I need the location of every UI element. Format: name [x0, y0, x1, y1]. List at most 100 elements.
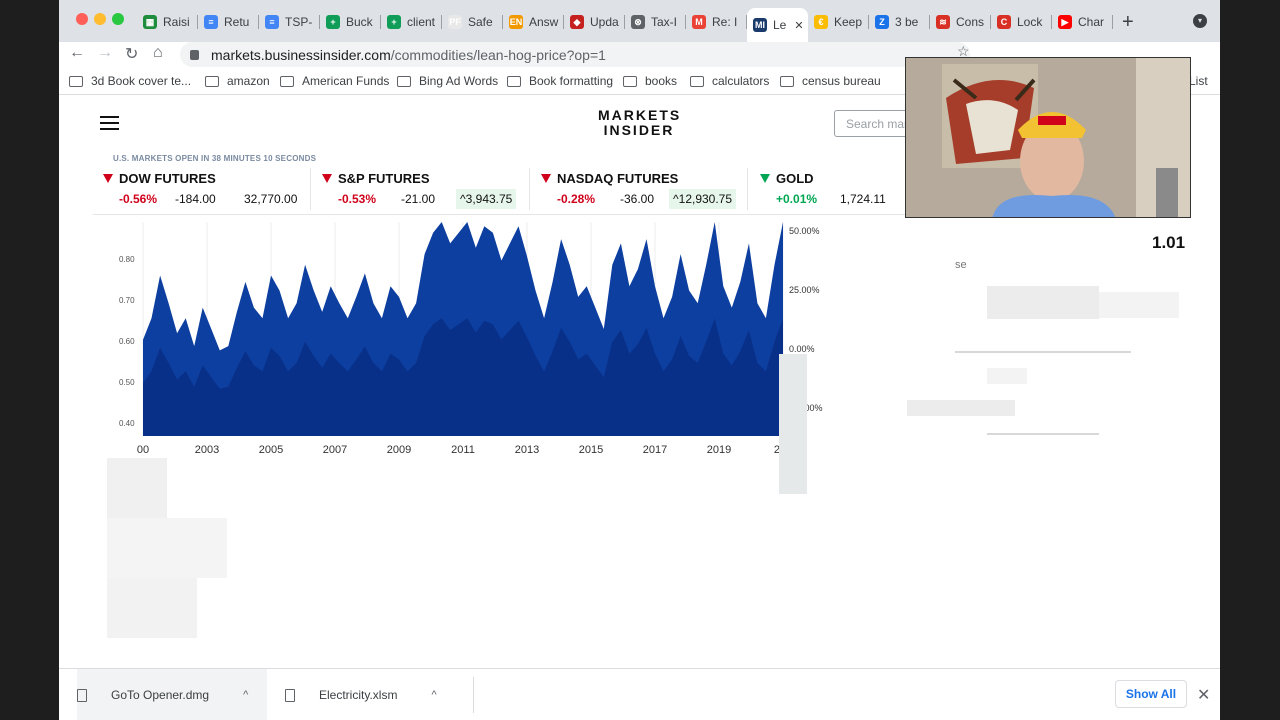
- blurred-block: [987, 286, 1099, 319]
- x-axis-ticks: 0020032005200720092011201320152017201920…: [137, 444, 792, 456]
- tab-label: 3 be: [895, 15, 919, 29]
- x-tick-label: 2017: [643, 444, 667, 456]
- url-domain: markets.businessinsider.com: [211, 46, 391, 63]
- bookmark-item[interactable]: Bing Ad Words: [397, 74, 498, 88]
- right-panel-value: 1.01: [1152, 233, 1186, 252]
- folder-icon: [690, 75, 704, 87]
- maximize-window-button[interactable]: [112, 13, 124, 25]
- tab-10[interactable]: MI Le ✕: [747, 8, 808, 42]
- menu-icon[interactable]: [100, 116, 119, 130]
- bookmark-item[interactable]: 3d Book cover te...: [69, 74, 191, 88]
- download-filename: Electricity.xlsm: [319, 688, 398, 702]
- webcam-overlay: [905, 57, 1191, 218]
- favicon-icon: +: [326, 15, 340, 29]
- right-panel-label: se: [955, 259, 967, 271]
- ticker-sp[interactable]: S&P FUTURES -0.53% -21.00 ^3,943.75: [322, 168, 532, 210]
- download-item[interactable]: GoTo Opener.dmg ^: [77, 669, 267, 720]
- tab-label: Answ: [529, 15, 559, 29]
- tab-search-icon[interactable]: ▾: [1193, 14, 1207, 28]
- favicon-icon: PF: [448, 15, 462, 29]
- x-tick-label: 2003: [195, 444, 219, 456]
- ticker-name: NASDAQ FUTURES: [557, 171, 679, 186]
- bookmark-item[interactable]: calculators: [690, 74, 769, 88]
- chevron-up-icon[interactable]: ^: [243, 689, 248, 701]
- bookmark-item[interactable]: census bureau: [780, 74, 881, 88]
- close-window-button[interactable]: [76, 13, 88, 25]
- ticker-price: 32,770.00: [244, 192, 298, 206]
- tab-4[interactable]: + client: [381, 8, 442, 36]
- close-tab-icon[interactable]: ✕: [794, 19, 803, 32]
- folder-icon: [280, 75, 294, 87]
- bookmark-item[interactable]: Book formatting: [507, 74, 613, 88]
- show-all-button[interactable]: Show All: [1115, 680, 1187, 708]
- blurred-block: [779, 354, 807, 494]
- reading-list-item[interactable]: List: [1189, 74, 1208, 88]
- ticker-divider: [747, 168, 748, 210]
- tab-3[interactable]: + Buck: [320, 8, 381, 36]
- folder-icon: [507, 75, 521, 87]
- ticker-price: ^3,943.75: [456, 189, 517, 209]
- x-tick-label: 2013: [515, 444, 539, 456]
- tab-label: Raisi: [163, 15, 190, 29]
- back-arrow-icon[interactable]: ←: [69, 44, 85, 62]
- ticker-dow[interactable]: DOW FUTURES -0.56% -184.00 32,770.00: [103, 168, 303, 210]
- favicon-icon: ≋: [936, 15, 950, 29]
- download-item[interactable]: Electricity.xlsm ^: [285, 669, 475, 720]
- price-chart[interactable]: 0020032005200720092011201320152017201920…: [113, 222, 835, 472]
- tab-2[interactable]: ≡ TSP-: [259, 8, 320, 36]
- minimize-window-button[interactable]: [94, 13, 106, 25]
- forward-arrow-icon[interactable]: →: [97, 44, 113, 62]
- close-icon[interactable]: ✕: [1197, 685, 1210, 705]
- y-right-tick-label: 0.00%: [789, 344, 815, 354]
- tab-15[interactable]: ▶ Char: [1052, 8, 1113, 36]
- tab-bar: ▦ Raisi ≡ Retu ≡ TSP- + Buck + client PF Safe EN Answ…: [59, 0, 1220, 42]
- y-right-tick-label: 25.00%: [789, 285, 820, 295]
- tab-label: Buck: [346, 15, 373, 29]
- y-left-tick-label: 0.50: [119, 378, 135, 387]
- tab-9[interactable]: M Re: I: [686, 8, 747, 36]
- site-logo[interactable]: MARKETS INSIDER: [598, 108, 680, 138]
- favicon-icon: €: [814, 15, 828, 29]
- address-bar[interactable]: markets.businessinsider.com/commodities/…: [180, 42, 970, 67]
- tab-14[interactable]: C Lock: [991, 8, 1052, 36]
- reload-icon[interactable]: ↻: [125, 44, 138, 64]
- favicon-icon: ▦: [143, 15, 157, 29]
- logo-line-2: INSIDER: [603, 122, 675, 138]
- home-icon[interactable]: ⌂: [153, 44, 163, 62]
- ticker-gold[interactable]: GOLD +0.01% 1,724.11: [760, 168, 900, 210]
- ticker-nasdaq[interactable]: NASDAQ FUTURES -0.28% -36.00 ^12,930.75: [541, 168, 751, 210]
- tab-6[interactable]: EN Answ: [503, 8, 564, 36]
- tab-label: Retu: [224, 15, 250, 29]
- chevron-up-icon[interactable]: ^: [431, 689, 436, 701]
- url-path: /commodities/lean-hog-price?op=1: [390, 46, 606, 63]
- tab-5[interactable]: PF Safe: [442, 8, 503, 36]
- favicon-icon: EN: [509, 15, 523, 29]
- tab-0[interactable]: ▦ Raisi: [137, 8, 198, 36]
- tab-1[interactable]: ≡ Retu: [198, 8, 259, 36]
- tab-label: Char: [1078, 15, 1105, 29]
- tab-12[interactable]: Z 3 be: [869, 8, 930, 36]
- favicon-icon: ▶: [1058, 15, 1072, 29]
- ticker-divider: [310, 168, 311, 210]
- favicon-icon: MI: [753, 18, 767, 32]
- ticker-percent: -0.28%: [557, 192, 596, 206]
- tab-11[interactable]: € Keep: [808, 8, 869, 36]
- favicon-icon: C: [997, 15, 1011, 29]
- download-filename: GoTo Opener.dmg: [111, 688, 210, 702]
- ticker-value: 1,724.11: [840, 192, 886, 206]
- tab-label: Upda: [590, 15, 619, 29]
- bookmark-item[interactable]: amazon: [205, 74, 270, 88]
- x-tick-label: 2005: [259, 444, 283, 456]
- tab-13[interactable]: ≋ Cons: [930, 8, 991, 36]
- ticker-name: DOW FUTURES: [119, 171, 216, 186]
- bookmark-item[interactable]: American Funds: [280, 74, 389, 88]
- ticker-name: S&P FUTURES: [338, 171, 430, 186]
- tab-7[interactable]: ◆ Upda: [564, 8, 625, 36]
- bookmark-item[interactable]: books: [623, 74, 677, 88]
- favicon-icon: ◆: [570, 15, 584, 29]
- ticker-divider: [529, 168, 530, 210]
- tab-8[interactable]: ⊗ Tax-I: [625, 8, 686, 36]
- divider: [955, 351, 1131, 353]
- new-tab-button[interactable]: +: [1122, 11, 1134, 34]
- ticker-change: -21.00: [401, 192, 436, 206]
